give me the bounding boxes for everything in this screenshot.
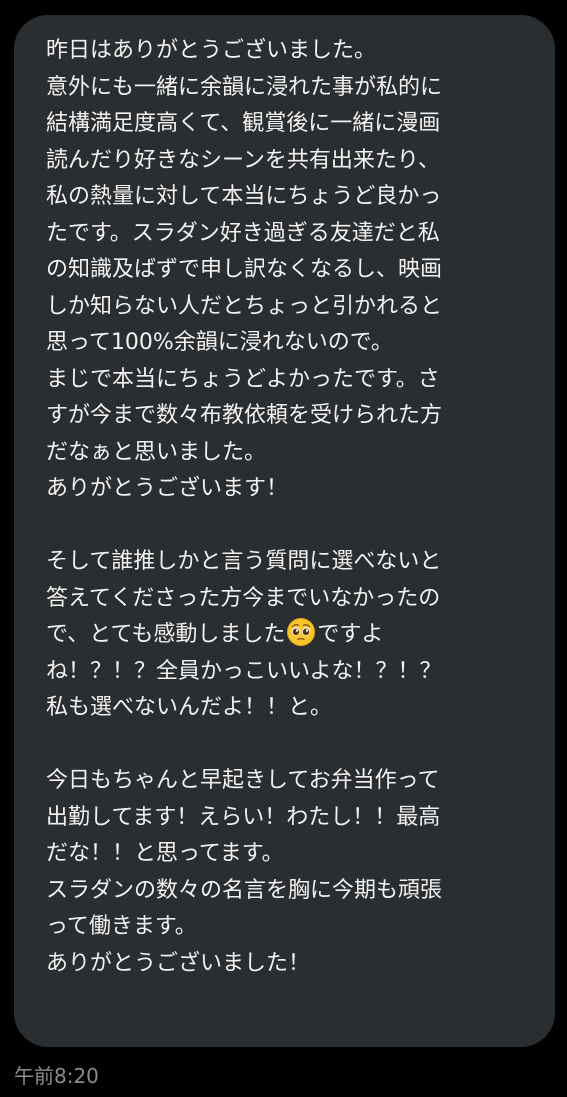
message-line: 今日もちゃんと早起きしてお弁当作って: [46, 768, 440, 793]
message-bubble[interactable]: 昨日はありがとうございました。 意外にも一緒に余韻に浸れた事が私的に 結構満足度…: [14, 15, 555, 1047]
message-line: スラダンの数々の名言を胸に今期も頑張: [46, 877, 443, 903]
message-line: だなぁと思いました。: [46, 439, 267, 465]
message-line: 私も選べないんだよ！！と。: [46, 695, 333, 720]
message-line: って働きます。: [46, 914, 197, 939]
message-line: ありがとうございました！: [46, 950, 311, 976]
message-line-with-emoji: で、とても感動しました ですよ: [46, 617, 529, 654]
message-line: すが今まで数々布教依頼を受けられた方: [46, 403, 443, 428]
message-text-before-emoji: で、とても感動しました: [46, 622, 286, 647]
pleading-face-icon: [286, 617, 316, 647]
message-line: たです。スラダン好き過ぎる友達だと私: [46, 220, 440, 246]
message-line: ありがとうございます！: [46, 476, 289, 501]
message-line: まじで本当にちょうどよかったです。さ: [46, 366, 440, 392]
message-line: 答えてくださった方今までいなかったの: [46, 585, 441, 611]
message-line: 出勤してます！えらい！わたし！！最高: [46, 804, 441, 830]
message-line: 意外にも一緒に余韻に浸れた事が私的に: [46, 74, 443, 100]
message-line: 結構満足度高くて、観賞後に一緒に漫画: [46, 111, 441, 136]
message-text-after-emoji: ですよ: [317, 622, 384, 647]
message-line: そして誰推しかと言う質問に選べないと: [46, 549, 442, 574]
message-line: 思って100%余韻に浸れないので。: [46, 330, 393, 355]
chat-screen: 昨日はありがとうございました。 意外にも一緒に余韻に浸れた事が私的に 結構満足度…: [0, 0, 567, 1097]
message-line: 私の熱量に対して本当にちょうど良かっ: [46, 184, 442, 209]
message-line: だな！！と思ってます。: [46, 841, 284, 866]
message-line: 昨日はありがとうございました。: [46, 38, 377, 63]
message-line: の知識及ばずで申し訳なくなるし、映画: [46, 257, 443, 282]
message-line: 読んだり好きなシーンを共有出来たり、: [46, 147, 441, 173]
message-line: しか知らない人だとちょっと引かれると: [46, 293, 443, 319]
message-line: ね！？！？全員かっこいいよな！？！？: [46, 658, 442, 684]
message-timestamp: 午前8:20: [14, 1064, 99, 1088]
